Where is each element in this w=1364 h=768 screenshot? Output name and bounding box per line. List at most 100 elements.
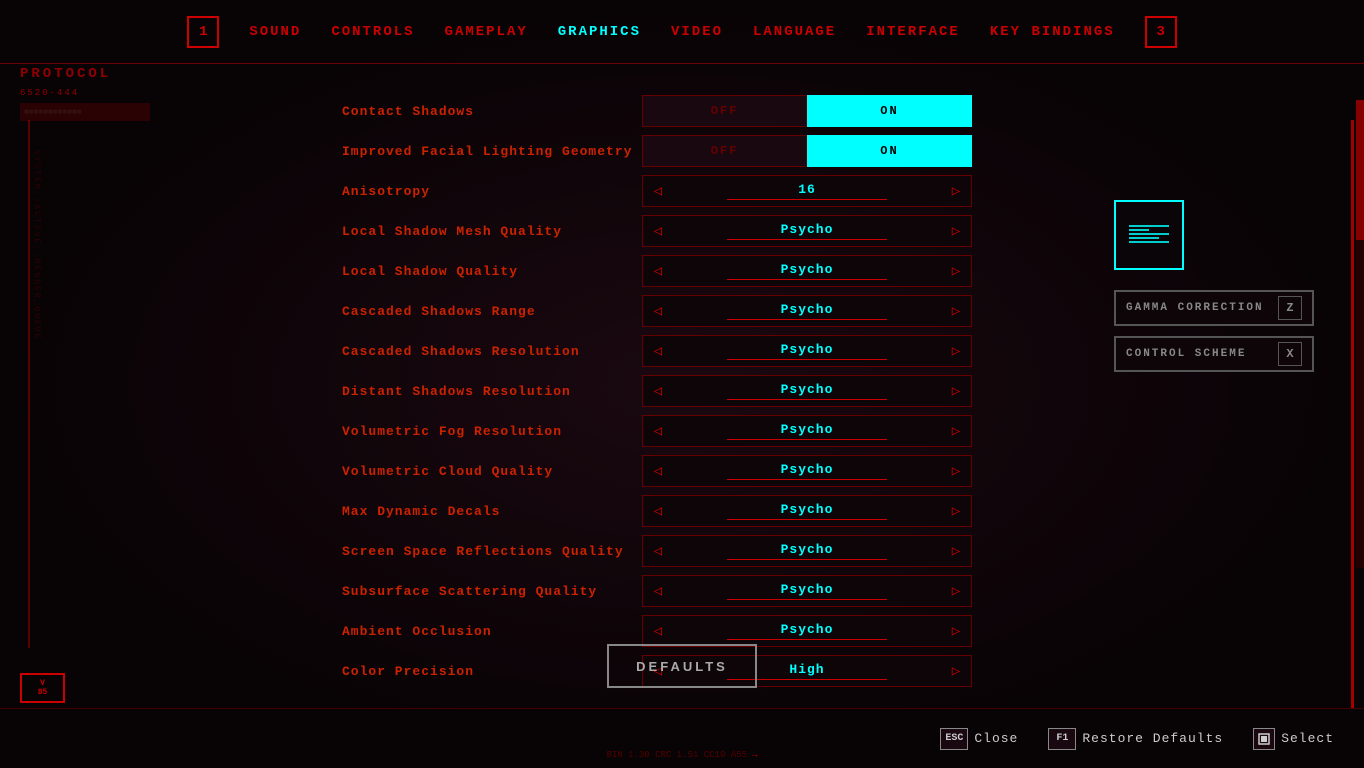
nav-item-interface[interactable]: INTERFACE [866, 24, 960, 40]
label-contact-shadows: Contact Shadows [342, 104, 642, 119]
nav-item-sound[interactable]: SOUND [249, 24, 301, 40]
arrow-left-vol-fog[interactable]: ◁ [643, 416, 673, 446]
arrow-right-vol-fog[interactable]: ▷ [941, 416, 971, 446]
defaults-button[interactable]: DEFAULTS [607, 644, 757, 688]
arrow-right-shadow-mesh[interactable]: ▷ [941, 216, 971, 246]
arrow-left-subsurface[interactable]: ◁ [643, 576, 673, 606]
setting-vol-fog: Volumetric Fog Resolution ◁ Psycho ▷ [342, 413, 1022, 449]
setting-facial-lighting: Improved Facial Lighting Geometry OFF ON [342, 133, 1022, 169]
toggle-off-contact-shadows[interactable]: OFF [642, 95, 807, 127]
underline-cascaded-range [727, 319, 888, 320]
arrow-left-vol-cloud[interactable]: ◁ [643, 456, 673, 486]
control-dynamic-decals[interactable]: ◁ Psycho ▷ [642, 495, 972, 527]
value-cascaded-range: Psycho [673, 302, 941, 320]
select-button[interactable]: Select [1253, 728, 1334, 750]
toggle-on-contact-shadows[interactable]: ON [807, 95, 972, 127]
arrow-right-subsurface[interactable]: ▷ [941, 576, 971, 606]
arrow-right-color-precision[interactable]: ▷ [941, 656, 971, 686]
close-button[interactable]: ESC Close [940, 728, 1018, 750]
control-cascaded-shadows-range[interactable]: ◁ Psycho ▷ [642, 295, 972, 327]
underline-vol-fog [727, 439, 888, 440]
version-badge: V 85 [20, 673, 65, 703]
arrow-left-anisotropy[interactable]: ◁ [643, 176, 673, 206]
nav-number-left: 1 [187, 16, 219, 48]
arrow-right-vol-cloud[interactable]: ▷ [941, 456, 971, 486]
gamma-correction-button[interactable]: GAMMA CORRECTION Z [1114, 290, 1314, 326]
value-shadow-mesh: Psycho [673, 222, 941, 240]
underline-dynamic-decals [727, 519, 888, 520]
preview-line-4 [1129, 237, 1159, 239]
setting-distant-shadows: Distant Shadows Resolution ◁ Psycho ▷ [342, 373, 1022, 409]
arrow-left-shadow-mesh[interactable]: ◁ [643, 216, 673, 246]
control-shadow-mesh-quality[interactable]: ◁ Psycho ▷ [642, 215, 972, 247]
value-anisotropy: 16 [673, 182, 941, 200]
text-shadow-mesh: Psycho [781, 222, 834, 237]
label-vol-fog: Volumetric Fog Resolution [342, 424, 642, 439]
preview-lines [1129, 225, 1169, 245]
arrow-left-shadow-quality[interactable]: ◁ [643, 256, 673, 286]
arrow-right-dynamic-decals[interactable]: ▷ [941, 496, 971, 526]
arrow-right-cascaded-range[interactable]: ▷ [941, 296, 971, 326]
main-content: Contact Shadows OFF ON Improved Facial L… [0, 63, 1364, 708]
control-ambient-occlusion[interactable]: ◁ Psycho ▷ [642, 615, 972, 647]
value-dynamic-decals: Psycho [673, 502, 941, 520]
setting-shadow-quality: Local Shadow Quality ◁ Psycho ▷ [342, 253, 1022, 289]
restore-label: Restore Defaults [1082, 731, 1223, 746]
label-ambient-occlusion: Ambient Occlusion [342, 624, 642, 639]
gamma-correction-label: GAMMA CORRECTION [1126, 302, 1264, 314]
arrow-right-ambient-occlusion[interactable]: ▷ [941, 616, 971, 646]
arrow-right-distant-shadows[interactable]: ▷ [941, 376, 971, 406]
value-shadow-quality: Psycho [673, 262, 941, 280]
label-cascaded-shadows-res: Cascaded Shadows Resolution [342, 344, 642, 359]
label-ssr: Screen Space Reflections Quality [342, 544, 642, 559]
arrow-left-cascaded-res[interactable]: ◁ [643, 336, 673, 366]
text-color-precision: High [789, 662, 824, 677]
control-vol-fog[interactable]: ◁ Psycho ▷ [642, 415, 972, 447]
restore-defaults-button[interactable]: F1 Restore Defaults [1048, 728, 1223, 750]
toggle-off-facial-lighting[interactable]: OFF [642, 135, 807, 167]
arrow-left-dynamic-decals[interactable]: ◁ [643, 496, 673, 526]
label-vol-cloud: Volumetric Cloud Quality [342, 464, 642, 479]
bottom-bar: BIN 1.30 CRC 1.51 CC10 A55 → ESC Close F… [0, 708, 1364, 768]
arrow-right-ssr[interactable]: ▷ [941, 536, 971, 566]
nav-item-video[interactable]: VIDEO [671, 24, 723, 40]
arrow-left-ssr[interactable]: ◁ [643, 536, 673, 566]
preview-line-1 [1129, 225, 1169, 227]
nav-item-graphics[interactable]: GRAPHICS [558, 24, 641, 40]
arrow-left-distant-shadows[interactable]: ◁ [643, 376, 673, 406]
toggle-on-facial-lighting[interactable]: ON [807, 135, 972, 167]
control-ssr[interactable]: ◁ Psycho ▷ [642, 535, 972, 567]
underline-shadow-mesh [727, 239, 888, 240]
control-scheme-button[interactable]: CONTROL SCHEME X [1114, 336, 1314, 372]
control-subsurface[interactable]: ◁ Psycho ▷ [642, 575, 972, 607]
text-cascaded-range: Psycho [781, 302, 834, 317]
nav-item-language[interactable]: LANGUAGE [753, 24, 836, 40]
arrow-right-shadow-quality[interactable]: ▷ [941, 256, 971, 286]
control-scheme-key: X [1278, 342, 1302, 366]
text-distant-shadows: Psycho [781, 382, 834, 397]
control-distant-shadows[interactable]: ◁ Psycho ▷ [642, 375, 972, 407]
control-cascaded-shadows-res[interactable]: ◁ Psycho ▷ [642, 335, 972, 367]
bottom-center-decoration: BIN 1.30 CRC 1.51 CC10 A55 → [607, 750, 758, 760]
text-ambient-occlusion: Psycho [781, 622, 834, 637]
nav-item-controls[interactable]: CONTROLS [331, 24, 414, 40]
control-facial-lighting[interactable]: OFF ON [642, 135, 972, 167]
control-shadow-quality[interactable]: ◁ Psycho ▷ [642, 255, 972, 287]
control-vol-cloud[interactable]: ◁ Psycho ▷ [642, 455, 972, 487]
nav-item-key-bindings[interactable]: KEY BINDINGS [990, 24, 1115, 40]
nav-item-gameplay[interactable]: GAMEPLAY [445, 24, 528, 40]
control-contact-shadows[interactable]: OFF ON [642, 95, 972, 127]
label-subsurface: Subsurface Scattering Quality [342, 584, 642, 599]
arrow-right-anisotropy[interactable]: ▷ [941, 176, 971, 206]
setting-dynamic-decals: Max Dynamic Decals ◁ Psycho ▷ [342, 493, 1022, 529]
control-scheme-label: CONTROL SCHEME [1126, 348, 1246, 360]
arrow-left-ambient-occlusion[interactable]: ◁ [643, 616, 673, 646]
label-facial-lighting: Improved Facial Lighting Geometry [342, 144, 642, 159]
control-anisotropy[interactable]: ◁ 16 ▷ [642, 175, 972, 207]
arrow-right-cascaded-res[interactable]: ▷ [941, 336, 971, 366]
label-cascaded-shadows-range: Cascaded Shadows Range [342, 304, 642, 319]
arrow-left-cascaded-range[interactable]: ◁ [643, 296, 673, 326]
select-icon [1253, 728, 1275, 750]
setting-ssr: Screen Space Reflections Quality ◁ Psych… [342, 533, 1022, 569]
text-ssr: Psycho [781, 542, 834, 557]
